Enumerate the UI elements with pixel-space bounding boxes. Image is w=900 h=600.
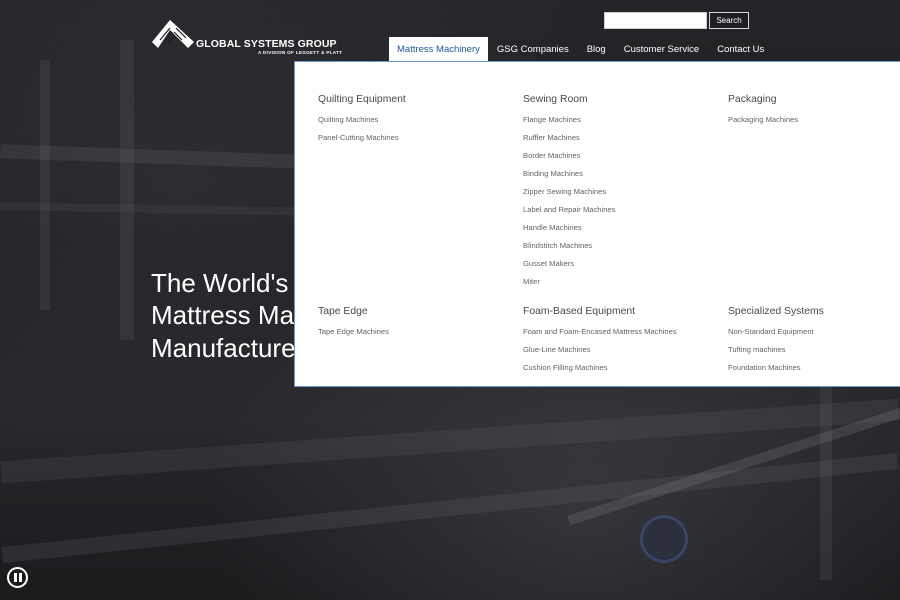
menu-link[interactable]: Ruffler Machines bbox=[523, 129, 713, 147]
menu-link[interactable]: Non-Standard Equipment bbox=[728, 323, 900, 341]
mattress-machinery-dropdown: Quilting Equipment Quilting Machines Pan… bbox=[294, 61, 900, 387]
menu-heading[interactable]: Packaging bbox=[728, 93, 900, 106]
menu-link[interactable]: Zipper Sewing Machines bbox=[523, 183, 713, 201]
search-input[interactable] bbox=[604, 12, 707, 29]
menu-link[interactable]: Label and Repair Machines bbox=[523, 201, 713, 219]
menu-link[interactable]: Cushion Filling Machines bbox=[523, 359, 713, 377]
logo-mark-icon bbox=[152, 20, 194, 48]
menu-column-specialized: Specialized Systems Non-Standard Equipme… bbox=[728, 305, 900, 377]
menu-link[interactable]: Miter bbox=[523, 273, 713, 291]
menu-column-foam-based: Foam-Based Equipment Foam and Foam-Encas… bbox=[523, 305, 713, 377]
menu-column-packaging: Packaging Packaging Machines bbox=[728, 93, 900, 129]
menu-link[interactable]: Handle Machines bbox=[523, 219, 713, 237]
menu-link[interactable]: Foam and Foam-Encased Mattress Machines bbox=[523, 323, 713, 341]
logo-subtitle: A DIVISION OF LEGGETT & PLATT bbox=[258, 50, 343, 55]
menu-link[interactable]: Tape Edge Machines bbox=[318, 323, 508, 341]
menu-link[interactable]: Gusset Makers bbox=[523, 255, 713, 273]
background-post bbox=[120, 40, 134, 340]
menu-link[interactable]: Panel-Cutting Machines bbox=[318, 129, 508, 147]
machine-badge bbox=[640, 515, 688, 563]
menu-link[interactable]: Packaging Machines bbox=[728, 111, 900, 129]
menu-link[interactable]: Quilting Machines bbox=[318, 111, 508, 129]
menu-link[interactable]: Glue-Line Machines bbox=[523, 341, 713, 359]
nav-item-mattress-machinery[interactable]: Mattress Machinery bbox=[389, 37, 488, 62]
background-post bbox=[40, 60, 50, 310]
main-nav: Mattress Machinery GSG Companies Blog Cu… bbox=[389, 37, 773, 62]
video-pause-button[interactable] bbox=[7, 567, 28, 588]
hero-heading-line: The World's L bbox=[151, 268, 311, 298]
nav-item-blog[interactable]: Blog bbox=[578, 37, 615, 62]
menu-heading[interactable]: Foam-Based Equipment bbox=[523, 305, 713, 318]
menu-link[interactable]: Border Machines bbox=[523, 147, 713, 165]
search-button[interactable]: Search bbox=[709, 12, 749, 29]
menu-column-sewing-room: Sewing Room Flange Machines Ruffler Mach… bbox=[523, 93, 713, 291]
hero-heading-line: Manufacture bbox=[151, 333, 296, 363]
logo-title: GLOBAL SYSTEMS GROUP bbox=[196, 38, 337, 50]
menu-link[interactable]: Tufting machines bbox=[728, 341, 900, 359]
nav-item-gsg-companies[interactable]: GSG Companies bbox=[488, 37, 578, 62]
pause-icon bbox=[13, 573, 23, 582]
menu-heading[interactable]: Quilting Equipment bbox=[318, 93, 508, 106]
menu-link[interactable]: Foundation Machines bbox=[728, 359, 900, 377]
hero-heading-line: Mattress Mac bbox=[151, 300, 308, 330]
menu-heading[interactable]: Specialized Systems bbox=[728, 305, 900, 318]
menu-link[interactable]: Blindstitch Machines bbox=[523, 237, 713, 255]
menu-link[interactable]: Binding Machines bbox=[523, 165, 713, 183]
site-logo[interactable]: GLOBAL SYSTEMS GROUP A DIVISION OF LEGGE… bbox=[152, 18, 342, 58]
menu-heading[interactable]: Sewing Room bbox=[523, 93, 713, 106]
menu-column-tape-edge: Tape Edge Tape Edge Machines bbox=[318, 305, 508, 341]
menu-column-quilting: Quilting Equipment Quilting Machines Pan… bbox=[318, 93, 508, 147]
nav-item-customer-service[interactable]: Customer Service bbox=[615, 37, 709, 62]
nav-item-contact-us[interactable]: Contact Us bbox=[708, 37, 773, 62]
menu-heading[interactable]: Tape Edge bbox=[318, 305, 508, 318]
menu-link[interactable]: Flange Machines bbox=[523, 111, 713, 129]
